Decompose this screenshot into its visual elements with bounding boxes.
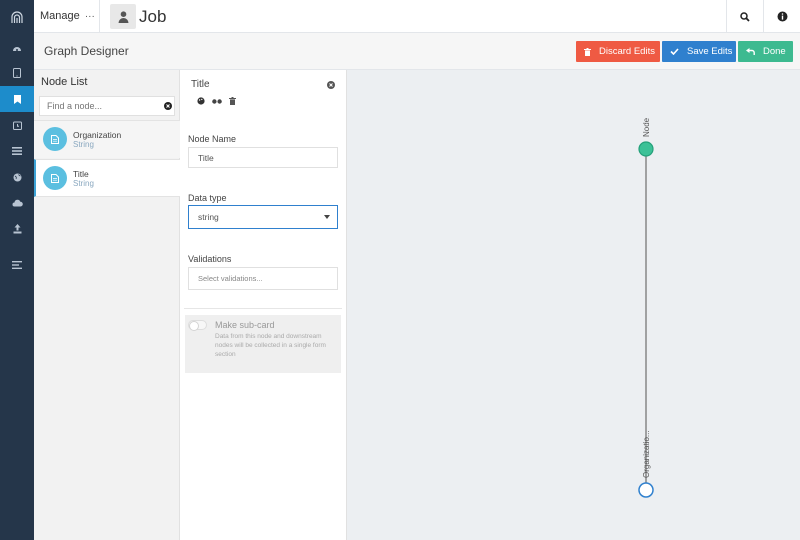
manage-label: Manage <box>40 10 80 22</box>
tablet-icon[interactable] <box>0 60 34 86</box>
info-button[interactable] <box>763 0 800 33</box>
upload-icon[interactable] <box>0 216 34 242</box>
node-name-value: Title <box>198 152 214 163</box>
divider <box>99 0 100 33</box>
done-button[interactable]: Done <box>738 41 793 62</box>
node-name-field[interactable]: Title <box>188 147 338 168</box>
info-icon <box>777 11 787 22</box>
discard-edits-button[interactable]: Discard Edits <box>576 41 660 62</box>
subcard-description: Data from this node and downstream nodes… <box>215 333 326 358</box>
check-icon <box>670 48 679 55</box>
cloud-icon[interactable] <box>0 190 34 216</box>
node-type: String <box>73 179 94 188</box>
node-toolbar <box>197 97 236 105</box>
node-list-panel: Node List Organization String Title Stri… <box>34 70 180 540</box>
search-icon <box>740 11 750 22</box>
subcard-title: Make sub-card <box>215 320 275 330</box>
graph-designer-header: Graph Designer Discard Edits Save Edits … <box>34 33 800 70</box>
section-title: Graph Designer <box>44 44 129 58</box>
validations-placeholder: Select validations... <box>198 274 263 283</box>
subcard-toggle[interactable] <box>188 320 207 331</box>
clock-icon[interactable] <box>0 112 34 138</box>
graph-canvas[interactable]: Node Organizatio... <box>347 70 800 540</box>
close-icon[interactable] <box>327 81 335 89</box>
node-properties-panel: Title Node Name Title Data type string V… <box>180 70 347 540</box>
globe-icon[interactable] <box>0 164 34 190</box>
node-name: Title <box>73 169 89 179</box>
manage-menu[interactable]: Manage ··· <box>40 0 95 33</box>
more-icon: ··· <box>84 11 95 22</box>
trash-icon[interactable] <box>229 97 236 105</box>
search-button[interactable] <box>726 0 763 33</box>
graph-root-node[interactable] <box>638 141 654 157</box>
node-list-title: Node List <box>41 76 88 88</box>
graph-leaf-node[interactable] <box>638 482 654 498</box>
node-type: String <box>73 140 94 149</box>
panel-title: Title <box>191 79 210 90</box>
data-type-value: string <box>198 212 219 222</box>
file-icon <box>43 166 67 190</box>
validations-label: Validations <box>188 254 232 264</box>
clear-search-icon[interactable] <box>164 102 172 110</box>
page-title: Job <box>139 7 167 26</box>
file-icon <box>43 127 67 151</box>
list-icon[interactable] <box>0 138 34 164</box>
left-nav-rail <box>0 0 34 540</box>
save-edits-button[interactable]: Save Edits <box>662 41 736 62</box>
undo-icon <box>746 48 755 55</box>
validations-select[interactable]: Select validations... <box>188 267 338 290</box>
data-type-select[interactable]: string <box>188 205 338 229</box>
graph-node-label: Organizatio... <box>642 430 651 478</box>
data-type-label: Data type <box>188 193 227 203</box>
caret-down-icon <box>324 215 330 219</box>
palette-icon[interactable] <box>197 97 205 105</box>
lines-icon[interactable] <box>0 252 34 278</box>
trash-icon <box>584 47 591 56</box>
node-name-label: Node Name <box>188 134 237 144</box>
user-icon <box>110 4 136 29</box>
list-item[interactable]: Organization String <box>34 120 180 158</box>
discard-edits-label: Discard Edits <box>599 46 655 57</box>
subcard-section: Make sub-card Data from this node and do… <box>185 315 341 373</box>
arches-logo-icon[interactable] <box>0 0 34 33</box>
top-bar: Manage ··· Job <box>34 0 800 33</box>
done-label: Done <box>763 46 786 57</box>
dashboard-icon[interactable] <box>0 34 34 60</box>
node-search-input[interactable] <box>39 96 175 116</box>
graph-node-label: Node <box>642 117 651 137</box>
node-name: Organization <box>73 130 122 140</box>
divider <box>184 308 342 309</box>
bookmark-icon[interactable] <box>0 86 34 112</box>
list-item[interactable]: Title String <box>34 159 180 197</box>
branch-icon[interactable] <box>212 98 222 104</box>
save-edits-label: Save Edits <box>687 46 733 57</box>
